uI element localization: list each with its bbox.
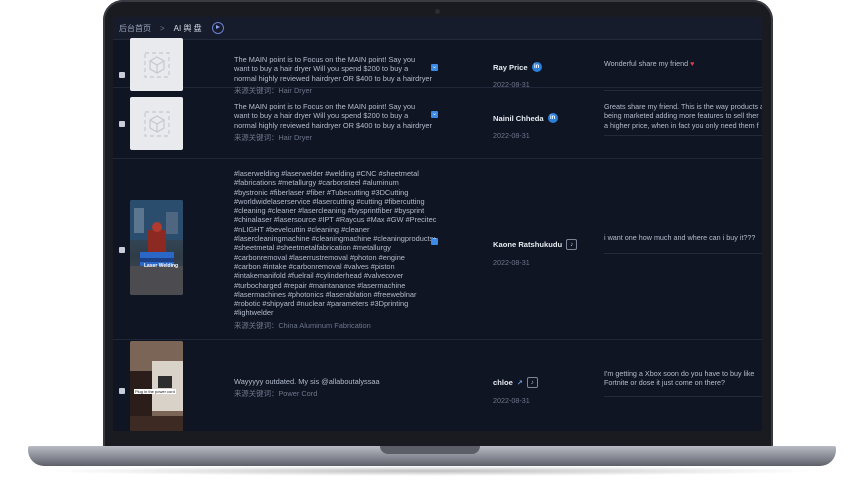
post-line: #robotic #shipyard #nuclear #parameters … (234, 299, 409, 309)
post-line: #worldwidelaserservice #lasercutting #cu… (234, 196, 425, 206)
post-line: normal highly reviewed hairdryer OR $400… (234, 120, 432, 130)
author-name[interactable]: Kaone Ratshukudu (493, 240, 562, 249)
post-line: #fabrications #metallurgy #carbonsteel #… (234, 178, 399, 188)
author-block: chloe ↗ ♪ 2022-08-31 (493, 377, 593, 405)
comment-text: i want one how much and where can i buy … (604, 233, 762, 242)
expand-icon[interactable]: ⌄ (431, 64, 438, 71)
post-line: Wayyyyy outdated. My sis @allaboutalyssa… (234, 377, 380, 386)
comment-divider (604, 396, 762, 397)
linkedin-icon: in (547, 113, 558, 123)
comment-line: i want one how much and where can i buy … (604, 233, 756, 242)
post-line: #cleaning #cleaner #lasercleaning #byspr… (234, 206, 425, 216)
comment-line: Fortnite or dose it just come on there? (604, 378, 726, 388)
tiktok-icon: ♪ (566, 239, 578, 250)
post-date: 2022-08-31 (493, 396, 530, 405)
author-name[interactable]: chloe (493, 378, 513, 387)
source-keyword: 来源关键词：Hair Dryer (234, 132, 313, 142)
row-checkbox[interactable] (119, 388, 125, 394)
comment-text: I'm getting a Xbox soon do you have to b… (604, 369, 762, 388)
comment-line: Greats share my friend. This is the way … (604, 102, 762, 111)
post-line: #sheetmetal #sheetmetalfabrication #meta… (234, 243, 391, 253)
post-text: #laserwelding #laserwelder #welding #CNC… (234, 169, 444, 330)
thumbnail-caption: Plug in the power cord (134, 389, 176, 394)
author-block: Kaone Ratshukudu ♪ 2022-08-31 (493, 239, 593, 267)
row-checkbox[interactable] (119, 247, 125, 253)
post-text: The MAIN point is to Focus on the MAIN p… (234, 102, 434, 142)
screen: 后台首页 > AI 舆 盘 The MAIN point is to Focus… (113, 17, 762, 431)
post-line: The MAIN point is to Focus on the MAIN p… (234, 102, 416, 111)
row-checkbox[interactable] (119, 72, 125, 78)
comment-divider (604, 253, 762, 254)
source-keyword: 来源关键词：Power Cord (234, 389, 318, 399)
post-line: #laserwelding #laserwelder #welding #CNC… (234, 169, 419, 178)
post-line: #carbon #intake #carbonremoval #valves #… (234, 261, 395, 271)
comment-text: Greats share my friend. This is the way … (604, 102, 762, 130)
post-line: The MAIN point is to Focus on the MAIN p… (234, 55, 416, 64)
table-row: The MAIN point is to Focus on the MAIN p… (113, 88, 762, 159)
content-list: The MAIN point is to Focus on the MAIN p… (113, 38, 762, 431)
tiktok-icon: ♪ (526, 377, 538, 388)
heart-icon: ♥ (690, 59, 695, 68)
linkedin-icon: in (531, 62, 542, 72)
author-name[interactable]: Nainil Chheda (493, 114, 544, 123)
comment-line: being marketed adding more features to s… (604, 111, 759, 121)
source-keyword: 来源关键词：China Aluminum Fabrication (234, 320, 371, 330)
row-checkbox[interactable] (119, 121, 125, 127)
post-thumbnail[interactable]: Plug in the power cord (130, 341, 183, 431)
image-placeholder-icon (130, 38, 183, 91)
post-line: want to buy a hair dryer Will you spend … (234, 64, 409, 74)
camera (435, 9, 440, 14)
author-block: Nainil Chheda in 2022-08-31 (493, 113, 593, 140)
post-line: #intakemanifold #fuelrail #cylinderhead … (234, 271, 404, 281)
post-line: #lightwelder (234, 308, 274, 318)
thumbnail-caption: Laser Welding (144, 263, 179, 269)
post-date: 2022-08-31 (493, 258, 530, 267)
post-text: Wayyyyy outdated. My sis @allaboutalyssa… (234, 377, 434, 399)
verified-icon: ↗ (516, 379, 523, 387)
post-date: 2022-08-31 (493, 131, 530, 140)
comment-line: I'm getting a Xbox soon do you have to b… (604, 369, 755, 378)
post-line: #lasercleaningmachine #cleaningmachine #… (234, 234, 434, 244)
table-row: Plug in the power cord Wayyyyy outdated.… (113, 340, 762, 431)
author-name[interactable]: Ray Price (493, 63, 528, 72)
post-line: #chinalaser #lasersource #IPT #Raycus #M… (234, 215, 437, 225)
post-line: #nLIGHT #bevelcuttin #cleaning #cleaner (234, 224, 370, 234)
post-line: want to buy a hair dryer Will you spend … (234, 111, 409, 121)
post-thumbnail[interactable]: Laser Welding (130, 200, 183, 295)
post-line: #carbonremoval #laserrustremoval #photon… (234, 252, 405, 262)
expand-icon[interactable]: ⌄ (431, 111, 438, 118)
laptop-shadow (40, 466, 824, 476)
collapse-icon[interactable]: ⌃ (431, 238, 438, 245)
table-row: Laser Welding #laserwelding #laserwelder… (113, 159, 762, 340)
comment-text: Wonderful share my friend ♥ (604, 59, 762, 68)
laptop-notch (380, 446, 480, 454)
post-line: #turbocharged #repair #maintanance #lase… (234, 280, 406, 290)
author-block: Ray Price in 2022-08-31 (493, 62, 593, 89)
comment-divider (604, 135, 762, 136)
post-line: #lasermachines #photonics #laserablation… (234, 289, 417, 299)
comment-line: a higher price, when in fact you only ne… (604, 120, 759, 130)
post-line: #bystronic #fiberlaser #fiber #Tubecutti… (234, 187, 409, 197)
table-row: The MAIN point is to Focus on the MAIN p… (113, 17, 762, 95)
image-placeholder-icon (130, 97, 183, 150)
comment-line: Wonderful share my friend ♥ (604, 59, 695, 68)
post-line: normal highly reviewed hairdryer OR $400… (234, 73, 432, 83)
